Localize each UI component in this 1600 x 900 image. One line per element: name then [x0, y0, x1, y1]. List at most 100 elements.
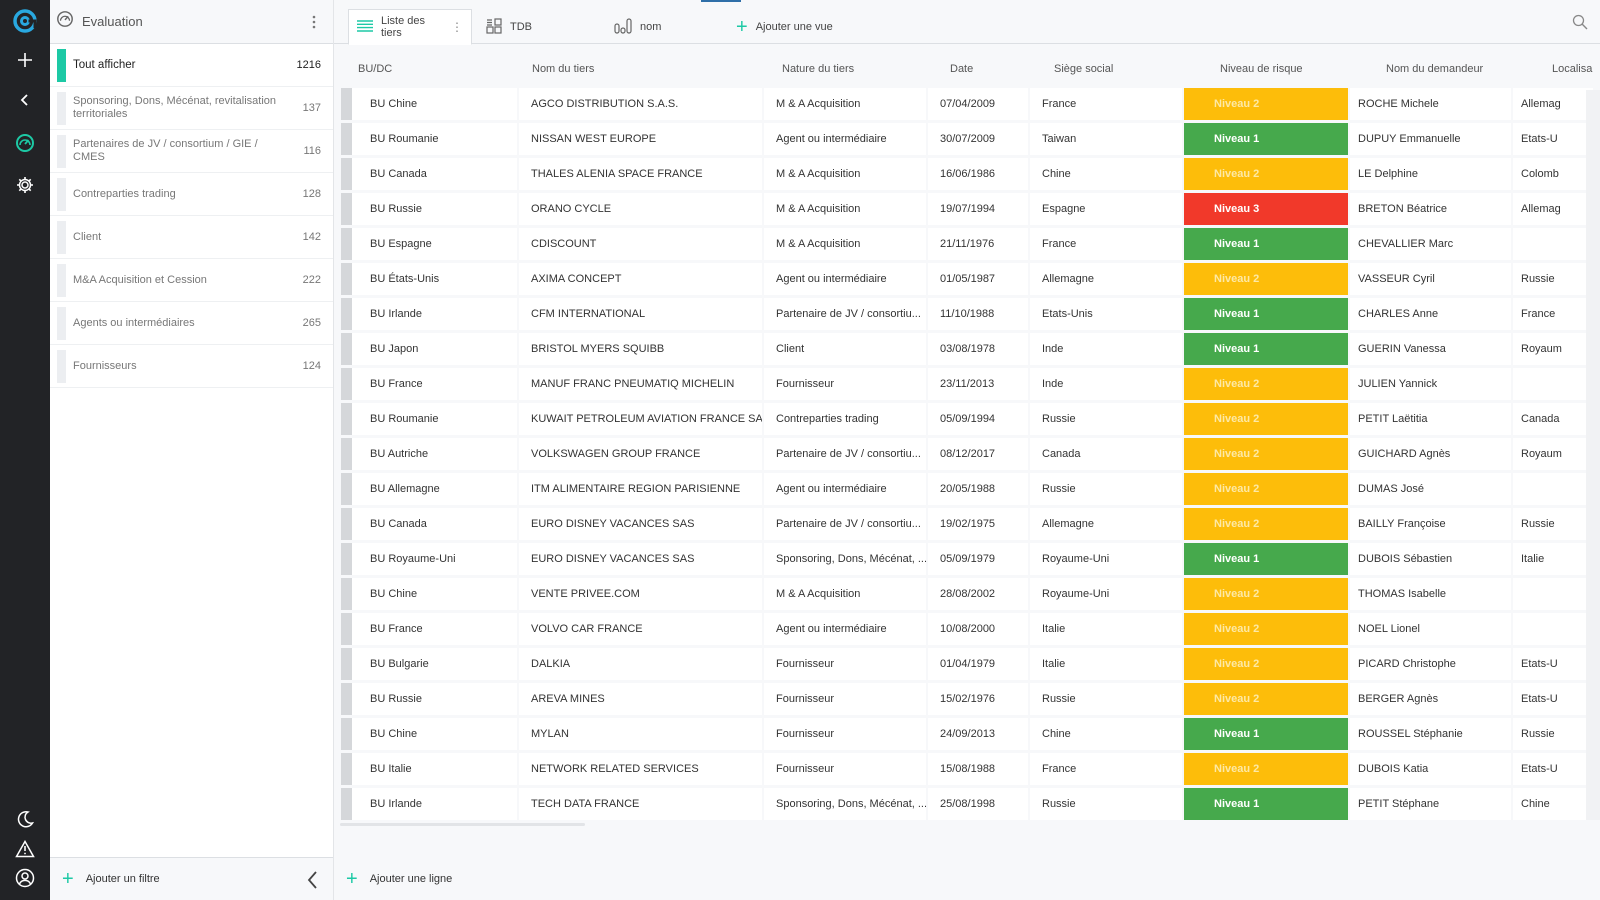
cell-nom[interactable]: VOLVO CAR FRANCE — [531, 613, 762, 645]
cell-loc[interactable]: Etats-U — [1521, 648, 1593, 680]
cell-nature[interactable]: Client — [776, 333, 926, 365]
table-row[interactable]: BU États-Unis AXIMA CONCEPT Agent ou inter… — [340, 262, 1600, 297]
column-header[interactable]: Localisa — [1552, 52, 1592, 87]
cell-nom[interactable]: MYLAN — [531, 718, 762, 750]
cell-siege[interactable]: Russie — [1042, 683, 1182, 715]
cell-nom[interactable]: EURO DISNEY VACANCES SAS — [531, 543, 762, 575]
cell-loc[interactable]: Colomb — [1521, 158, 1593, 190]
logo-icon[interactable] — [0, 5, 50, 37]
cell-date[interactable]: 15/02/1976 — [940, 683, 1028, 715]
cell-siege[interactable]: Allemagne — [1042, 263, 1182, 295]
cell-demandeur[interactable]: JULIEN Yannick — [1358, 368, 1511, 400]
filter-item[interactable]: Tout afficher 1216 — [50, 44, 333, 87]
cell-nom[interactable]: KUWAIT PETROLEUM AVIATION FRANCE SAS — [531, 403, 762, 435]
cell-nature[interactable]: M & A Acquisition — [776, 158, 926, 190]
row-drag-handle[interactable] — [341, 788, 352, 820]
cell-date[interactable]: 20/05/1988 — [940, 473, 1028, 505]
cell-bu[interactable]: BU Bulgarie — [370, 648, 517, 680]
cell-demandeur[interactable]: GUICHARD Agnès — [1358, 438, 1511, 470]
cell-demandeur[interactable]: GUERIN Vanessa — [1358, 333, 1511, 365]
cell-nom[interactable]: VOLKSWAGEN GROUP FRANCE — [531, 438, 762, 470]
column-header[interactable]: Niveau de risque — [1220, 52, 1303, 87]
row-drag-handle[interactable] — [341, 158, 352, 190]
cell-nature[interactable]: M & A Acquisition — [776, 228, 926, 260]
cell-nature[interactable]: Partenaire de JV / consortiu... — [776, 508, 926, 540]
cell-bu[interactable]: BU Espagne — [370, 228, 517, 260]
cell-demandeur[interactable]: CHARLES Anne — [1358, 298, 1511, 330]
cell-nom[interactable]: AREVA MINES — [531, 683, 762, 715]
cell-loc[interactable]: Russie — [1521, 263, 1593, 295]
table-row[interactable]: BU Allemagne ITM ALIMENTAIRE REGION PARIS… — [340, 472, 1600, 507]
filter-item[interactable]: Agents ou intermédiaires 265 — [50, 302, 333, 345]
cell-siege[interactable]: Inde — [1042, 368, 1182, 400]
cell-siege[interactable]: France — [1042, 88, 1182, 120]
cell-nature[interactable]: Contreparties trading — [776, 403, 926, 435]
table-row[interactable]: BU France VOLVO CAR FRANCE Agent ou interm… — [340, 612, 1600, 647]
cell-loc[interactable]: Allemag — [1521, 193, 1593, 225]
cell-nature[interactable]: Partenaire de JV / consortiu... — [776, 438, 926, 470]
cell-date[interactable]: 01/04/1979 — [940, 648, 1028, 680]
cell-nature[interactable]: Fournisseur — [776, 648, 926, 680]
table-row[interactable]: BU Italie NETWORK RELATED SERVICES Fournis… — [340, 752, 1600, 787]
cell-bu[interactable]: BU Chine — [370, 718, 517, 750]
row-drag-handle[interactable] — [341, 683, 352, 715]
add-view-button[interactable]: + Ajouter une vue — [736, 9, 833, 45]
cell-siege[interactable]: Royaume-Uni — [1042, 578, 1182, 610]
cell-siege[interactable]: Italie — [1042, 613, 1182, 645]
cell-nom[interactable]: EURO DISNEY VACANCES SAS — [531, 508, 762, 540]
row-drag-handle[interactable] — [341, 543, 352, 575]
row-drag-handle[interactable] — [341, 88, 352, 120]
cell-demandeur[interactable]: LE Delphine — [1358, 158, 1511, 190]
cell-bu[interactable]: BU France — [370, 613, 517, 645]
column-header[interactable]: Date — [950, 52, 973, 87]
cell-siege[interactable]: Royaume-Uni — [1042, 543, 1182, 575]
row-drag-handle[interactable] — [341, 193, 352, 225]
cell-siege[interactable]: Espagne — [1042, 193, 1182, 225]
add-filter-button[interactable]: Ajouter un filtre — [86, 873, 160, 885]
cell-date[interactable]: 15/08/1988 — [940, 753, 1028, 785]
row-drag-handle[interactable] — [341, 298, 352, 330]
tab-menu-icon[interactable]: ⋮ — [451, 20, 463, 34]
row-drag-handle[interactable] — [341, 123, 352, 155]
cell-nature[interactable]: Fournisseur — [776, 368, 926, 400]
cell-demandeur[interactable]: ROUSSEL Stéphanie — [1358, 718, 1511, 750]
cell-date[interactable]: 25/08/1998 — [940, 788, 1028, 820]
cell-loc[interactable] — [1521, 473, 1593, 505]
cell-demandeur[interactable]: DUMAS José — [1358, 473, 1511, 505]
cell-siege[interactable]: Chine — [1042, 718, 1182, 750]
cell-nature[interactable]: Fournisseur — [776, 683, 926, 715]
gear-icon[interactable] — [0, 169, 50, 201]
cell-siege[interactable]: Italie — [1042, 648, 1182, 680]
cell-nom[interactable]: AXIMA CONCEPT — [531, 263, 762, 295]
tab-tdb[interactable]: TDB — [486, 9, 532, 45]
cell-demandeur[interactable]: PETIT Stéphane — [1358, 788, 1511, 820]
column-header[interactable]: Nom du demandeur — [1386, 52, 1483, 87]
tab-liste-des-tiers[interactable]: Liste des tiers ⋮ — [348, 9, 472, 45]
cell-bu[interactable]: BU Chine — [370, 88, 517, 120]
horizontal-scrollbar[interactable] — [340, 823, 585, 826]
cell-nature[interactable]: Sponsoring, Dons, Mécénat, ... — [776, 543, 926, 575]
row-drag-handle[interactable] — [341, 333, 352, 365]
cell-demandeur[interactable]: VASSEUR Cyril — [1358, 263, 1511, 295]
cell-nature[interactable]: M & A Acquisition — [776, 578, 926, 610]
tab-nom[interactable]: nom — [614, 9, 661, 45]
row-drag-handle[interactable] — [341, 473, 352, 505]
row-drag-handle[interactable] — [341, 753, 352, 785]
cell-bu[interactable]: BU Irlande — [370, 298, 517, 330]
table-row[interactable]: BU Roumanie KUWAIT PETROLEUM AVIATION FRA… — [340, 402, 1600, 437]
table-row[interactable]: BU Russie AREVA MINES Fournisseur 15/02/197… — [340, 682, 1600, 717]
cell-bu[interactable]: BU Italie — [370, 753, 517, 785]
dashboard-gauge-icon[interactable] — [0, 127, 50, 159]
cell-nom[interactable]: BRISTOL MYERS SQUIBB — [531, 333, 762, 365]
cell-loc[interactable]: France — [1521, 298, 1593, 330]
cell-date[interactable]: 19/07/1994 — [940, 193, 1028, 225]
cell-nature[interactable]: Agent ou intermédiaire — [776, 263, 926, 295]
cell-demandeur[interactable]: BERGER Agnès — [1358, 683, 1511, 715]
cell-nature[interactable]: Fournisseur — [776, 718, 926, 750]
filter-item[interactable]: Sponsoring, Dons, Mécénat, revitalisatio… — [50, 87, 333, 130]
cell-date[interactable]: 05/09/1979 — [940, 543, 1028, 575]
add-row-button[interactable]: Ajouter une ligne — [370, 873, 453, 885]
cell-date[interactable]: 10/08/2000 — [940, 613, 1028, 645]
cell-siege[interactable]: Canada — [1042, 438, 1182, 470]
column-header[interactable]: BU/DC — [358, 52, 392, 87]
